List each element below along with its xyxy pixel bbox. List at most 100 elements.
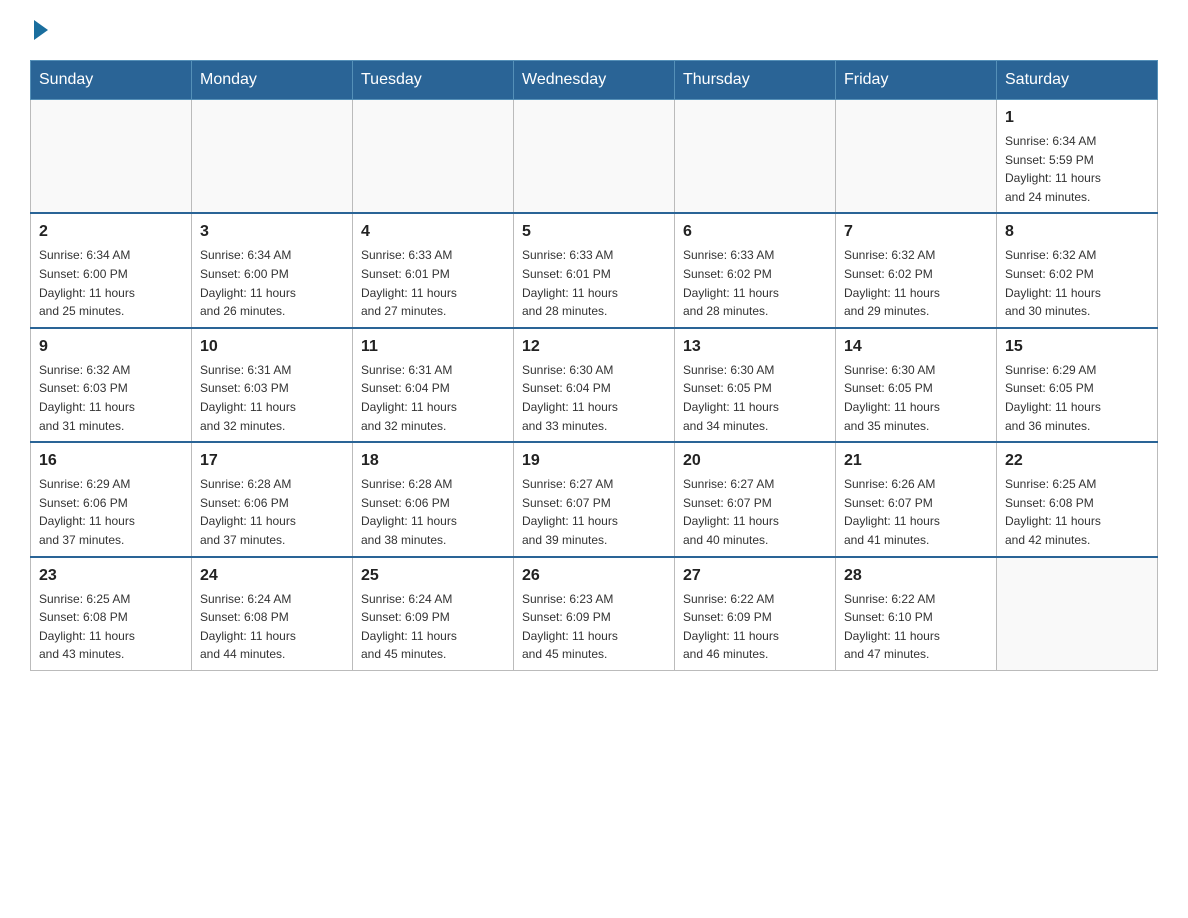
- day-info: Sunrise: 6:22 AMSunset: 6:09 PMDaylight:…: [683, 590, 827, 664]
- calendar-header-thursday: Thursday: [675, 61, 836, 100]
- day-number: 27: [683, 564, 827, 588]
- day-info: Sunrise: 6:30 AMSunset: 6:04 PMDaylight:…: [522, 361, 666, 435]
- day-info: Sunrise: 6:27 AMSunset: 6:07 PMDaylight:…: [522, 475, 666, 549]
- calendar-cell: [836, 100, 997, 214]
- day-number: 13: [683, 335, 827, 359]
- day-number: 21: [844, 449, 988, 473]
- calendar-cell: 23Sunrise: 6:25 AMSunset: 6:08 PMDayligh…: [31, 557, 192, 671]
- day-number: 26: [522, 564, 666, 588]
- day-number: 10: [200, 335, 344, 359]
- day-info: Sunrise: 6:26 AMSunset: 6:07 PMDaylight:…: [844, 475, 988, 549]
- day-number: 8: [1005, 220, 1149, 244]
- day-info: Sunrise: 6:23 AMSunset: 6:09 PMDaylight:…: [522, 590, 666, 664]
- calendar-cell: 13Sunrise: 6:30 AMSunset: 6:05 PMDayligh…: [675, 328, 836, 442]
- calendar-header-friday: Friday: [836, 61, 997, 100]
- logo-arrow-icon: [34, 20, 48, 40]
- day-info: Sunrise: 6:34 AMSunset: 5:59 PMDaylight:…: [1005, 132, 1149, 206]
- day-number: 2: [39, 220, 183, 244]
- day-info: Sunrise: 6:30 AMSunset: 6:05 PMDaylight:…: [683, 361, 827, 435]
- calendar-cell: 1Sunrise: 6:34 AMSunset: 5:59 PMDaylight…: [997, 100, 1158, 214]
- day-number: 5: [522, 220, 666, 244]
- day-number: 25: [361, 564, 505, 588]
- calendar-header-saturday: Saturday: [997, 61, 1158, 100]
- calendar-cell: 3Sunrise: 6:34 AMSunset: 6:00 PMDaylight…: [192, 213, 353, 327]
- calendar-cell: 17Sunrise: 6:28 AMSunset: 6:06 PMDayligh…: [192, 442, 353, 556]
- day-number: 12: [522, 335, 666, 359]
- day-info: Sunrise: 6:34 AMSunset: 6:00 PMDaylight:…: [200, 246, 344, 320]
- day-info: Sunrise: 6:24 AMSunset: 6:08 PMDaylight:…: [200, 590, 344, 664]
- day-info: Sunrise: 6:22 AMSunset: 6:10 PMDaylight:…: [844, 590, 988, 664]
- calendar-cell: 16Sunrise: 6:29 AMSunset: 6:06 PMDayligh…: [31, 442, 192, 556]
- day-number: 20: [683, 449, 827, 473]
- calendar-week-row: 1Sunrise: 6:34 AMSunset: 5:59 PMDaylight…: [31, 100, 1158, 214]
- day-info: Sunrise: 6:30 AMSunset: 6:05 PMDaylight:…: [844, 361, 988, 435]
- calendar-header-monday: Monday: [192, 61, 353, 100]
- day-number: 17: [200, 449, 344, 473]
- calendar-cell: [353, 100, 514, 214]
- day-number: 22: [1005, 449, 1149, 473]
- day-number: 9: [39, 335, 183, 359]
- day-info: Sunrise: 6:27 AMSunset: 6:07 PMDaylight:…: [683, 475, 827, 549]
- day-number: 18: [361, 449, 505, 473]
- day-info: Sunrise: 6:29 AMSunset: 6:06 PMDaylight:…: [39, 475, 183, 549]
- calendar-cell: [514, 100, 675, 214]
- calendar-cell: [997, 557, 1158, 671]
- day-number: 14: [844, 335, 988, 359]
- calendar-cell: 9Sunrise: 6:32 AMSunset: 6:03 PMDaylight…: [31, 328, 192, 442]
- calendar-cell: 28Sunrise: 6:22 AMSunset: 6:10 PMDayligh…: [836, 557, 997, 671]
- calendar-header-tuesday: Tuesday: [353, 61, 514, 100]
- day-info: Sunrise: 6:25 AMSunset: 6:08 PMDaylight:…: [1005, 475, 1149, 549]
- calendar-week-row: 16Sunrise: 6:29 AMSunset: 6:06 PMDayligh…: [31, 442, 1158, 556]
- calendar-table: SundayMondayTuesdayWednesdayThursdayFrid…: [30, 60, 1158, 671]
- day-info: Sunrise: 6:32 AMSunset: 6:02 PMDaylight:…: [844, 246, 988, 320]
- day-info: Sunrise: 6:28 AMSunset: 6:06 PMDaylight:…: [361, 475, 505, 549]
- calendar-cell: 10Sunrise: 6:31 AMSunset: 6:03 PMDayligh…: [192, 328, 353, 442]
- day-number: 3: [200, 220, 344, 244]
- day-number: 4: [361, 220, 505, 244]
- day-info: Sunrise: 6:32 AMSunset: 6:02 PMDaylight:…: [1005, 246, 1149, 320]
- day-number: 23: [39, 564, 183, 588]
- calendar-week-row: 9Sunrise: 6:32 AMSunset: 6:03 PMDaylight…: [31, 328, 1158, 442]
- day-info: Sunrise: 6:24 AMSunset: 6:09 PMDaylight:…: [361, 590, 505, 664]
- calendar-cell: 19Sunrise: 6:27 AMSunset: 6:07 PMDayligh…: [514, 442, 675, 556]
- day-info: Sunrise: 6:32 AMSunset: 6:03 PMDaylight:…: [39, 361, 183, 435]
- calendar-header-wednesday: Wednesday: [514, 61, 675, 100]
- calendar-cell: 2Sunrise: 6:34 AMSunset: 6:00 PMDaylight…: [31, 213, 192, 327]
- day-info: Sunrise: 6:29 AMSunset: 6:05 PMDaylight:…: [1005, 361, 1149, 435]
- day-info: Sunrise: 6:31 AMSunset: 6:04 PMDaylight:…: [361, 361, 505, 435]
- calendar-cell: 22Sunrise: 6:25 AMSunset: 6:08 PMDayligh…: [997, 442, 1158, 556]
- calendar-cell: 26Sunrise: 6:23 AMSunset: 6:09 PMDayligh…: [514, 557, 675, 671]
- calendar-header-sunday: Sunday: [31, 61, 192, 100]
- calendar-cell: [675, 100, 836, 214]
- calendar-cell: 24Sunrise: 6:24 AMSunset: 6:08 PMDayligh…: [192, 557, 353, 671]
- day-info: Sunrise: 6:28 AMSunset: 6:06 PMDaylight:…: [200, 475, 344, 549]
- day-number: 19: [522, 449, 666, 473]
- day-number: 6: [683, 220, 827, 244]
- day-info: Sunrise: 6:33 AMSunset: 6:01 PMDaylight:…: [361, 246, 505, 320]
- day-number: 1: [1005, 106, 1149, 130]
- day-number: 28: [844, 564, 988, 588]
- day-number: 24: [200, 564, 344, 588]
- day-info: Sunrise: 6:33 AMSunset: 6:02 PMDaylight:…: [683, 246, 827, 320]
- calendar-cell: 18Sunrise: 6:28 AMSunset: 6:06 PMDayligh…: [353, 442, 514, 556]
- calendar-cell: 7Sunrise: 6:32 AMSunset: 6:02 PMDaylight…: [836, 213, 997, 327]
- logo: [30, 20, 48, 40]
- calendar-cell: 15Sunrise: 6:29 AMSunset: 6:05 PMDayligh…: [997, 328, 1158, 442]
- day-number: 11: [361, 335, 505, 359]
- calendar-cell: 11Sunrise: 6:31 AMSunset: 6:04 PMDayligh…: [353, 328, 514, 442]
- calendar-cell: 4Sunrise: 6:33 AMSunset: 6:01 PMDaylight…: [353, 213, 514, 327]
- calendar-cell: 21Sunrise: 6:26 AMSunset: 6:07 PMDayligh…: [836, 442, 997, 556]
- calendar-cell: 20Sunrise: 6:27 AMSunset: 6:07 PMDayligh…: [675, 442, 836, 556]
- calendar-cell: 27Sunrise: 6:22 AMSunset: 6:09 PMDayligh…: [675, 557, 836, 671]
- day-number: 15: [1005, 335, 1149, 359]
- calendar-cell: 8Sunrise: 6:32 AMSunset: 6:02 PMDaylight…: [997, 213, 1158, 327]
- calendar-week-row: 2Sunrise: 6:34 AMSunset: 6:00 PMDaylight…: [31, 213, 1158, 327]
- calendar-cell: 14Sunrise: 6:30 AMSunset: 6:05 PMDayligh…: [836, 328, 997, 442]
- calendar-cell: 6Sunrise: 6:33 AMSunset: 6:02 PMDaylight…: [675, 213, 836, 327]
- calendar-cell: 12Sunrise: 6:30 AMSunset: 6:04 PMDayligh…: [514, 328, 675, 442]
- day-info: Sunrise: 6:25 AMSunset: 6:08 PMDaylight:…: [39, 590, 183, 664]
- day-info: Sunrise: 6:33 AMSunset: 6:01 PMDaylight:…: [522, 246, 666, 320]
- day-info: Sunrise: 6:34 AMSunset: 6:00 PMDaylight:…: [39, 246, 183, 320]
- calendar-cell: 25Sunrise: 6:24 AMSunset: 6:09 PMDayligh…: [353, 557, 514, 671]
- day-number: 7: [844, 220, 988, 244]
